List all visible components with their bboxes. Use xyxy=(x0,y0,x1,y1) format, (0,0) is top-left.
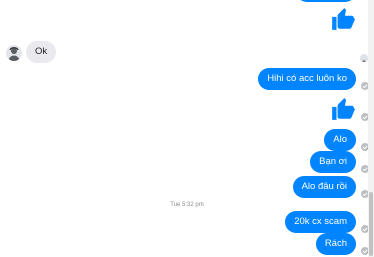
message-bubble-outgoing[interactable]: Rách xyxy=(315,233,356,255)
contact-avatar-small xyxy=(360,54,368,62)
thumbs-up-icon xyxy=(330,96,356,122)
message-text: Hihi có acc luôn ko xyxy=(267,73,347,84)
thumbs-up-icon xyxy=(330,6,356,32)
message-text: Ok xyxy=(35,46,48,57)
timestamp-divider: Tue 5:32 pm xyxy=(170,202,204,208)
message-text: Alo xyxy=(333,134,347,145)
message-text: Alo đâu rồi xyxy=(301,181,347,192)
scrollbar-thumb[interactable] xyxy=(369,192,373,256)
contact-avatar[interactable] xyxy=(6,45,22,61)
message-bubble-outgoing[interactable]: Alo đâu rồi xyxy=(292,176,356,198)
chat-thread: Ok Hihi có acc luôn ko Alo Bạn ơi Alo đâ… xyxy=(0,0,374,257)
message-bubble-outgoing[interactable]: 20k cx scam xyxy=(285,211,356,233)
message-text: Rách xyxy=(324,238,347,249)
message-bubble-partial xyxy=(296,0,356,2)
message-bubble-outgoing[interactable]: Hihi có acc luôn ko xyxy=(258,68,356,90)
message-bubble-incoming[interactable]: Ok xyxy=(26,41,57,63)
message-text: 20k cx scam xyxy=(294,216,347,227)
message-bubble-outgoing[interactable]: Bạn ơi xyxy=(310,151,356,173)
message-bubble-outgoing[interactable]: Alo xyxy=(324,129,356,151)
message-text: Bạn ơi xyxy=(319,156,347,167)
